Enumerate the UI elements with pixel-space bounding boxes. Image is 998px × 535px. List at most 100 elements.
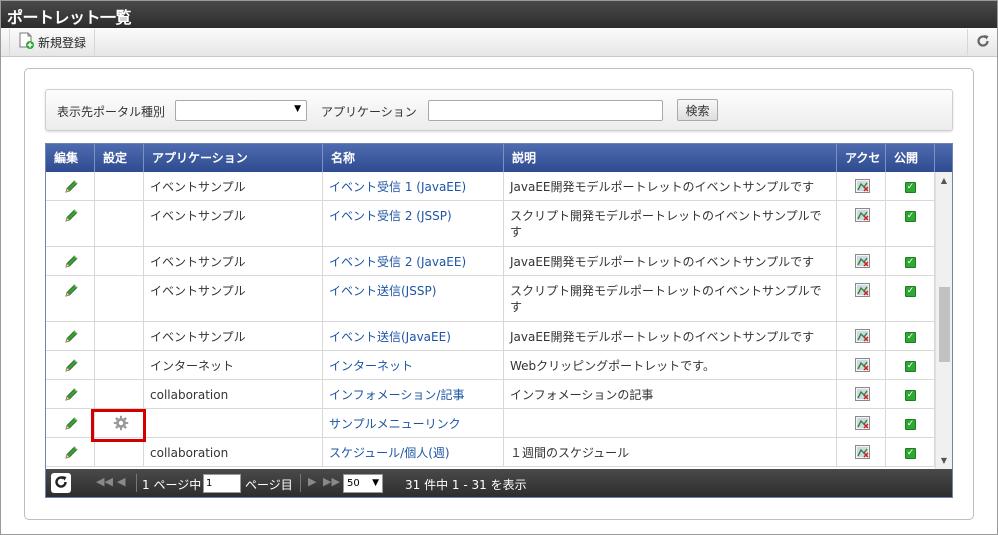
public-check-icon[interactable]: ✓ [905,448,916,459]
edit-pencil-icon[interactable] [63,254,79,270]
edit-pencil-icon[interactable] [63,329,79,345]
public-cell: ✓ [886,409,935,437]
portlet-name-link[interactable]: スケジュール/個人(週) [329,445,497,461]
access-control-icon[interactable] [855,208,870,225]
portlet-name-link[interactable]: イベント受信 1 (JavaEE) [329,179,497,195]
header-public[interactable]: 公開 [886,144,935,172]
edit-cell [46,201,95,246]
edit-pencil-icon[interactable] [63,445,79,461]
name-cell: イベント受信 2 (JSSP) [323,201,504,246]
description-text: JavaEE開発モデルポートレットのイベントサンプルです [510,330,815,344]
access-control-icon[interactable] [855,283,870,300]
public-check-icon[interactable]: ✓ [905,257,916,268]
description-cell [504,409,837,437]
public-cell: ✓ [886,172,935,200]
access-control-icon[interactable] [855,254,870,271]
edit-cell [46,380,95,408]
description-text: スクリプト開発モデルポートレットのイベントサンプルです [510,284,822,314]
name-cell: インフォメーション/記事 [323,380,504,408]
last-page-icon[interactable]: ▶▶ [323,475,340,488]
access-cell [837,351,886,379]
description-cell: スクリプト開発モデルポートレットのイベントサンプルです [504,201,837,246]
portlet-name-link[interactable]: イベント受信 2 (JavaEE) [329,254,497,270]
access-control-icon[interactable] [855,387,870,404]
scroll-up-arrow-icon[interactable]: ▲ [936,172,952,189]
search-button[interactable]: 検索 [677,99,718,121]
edit-cell [46,276,95,321]
application-text: インターネット [150,359,235,373]
access-cell [837,201,886,246]
portlet-name-link[interactable]: イベント送信(JavaEE) [329,329,497,345]
portlet-name-link[interactable]: インターネット [329,358,497,374]
scroll-thumb[interactable] [939,287,950,362]
portal-type-label: 表示先ポータル種別 [57,105,166,119]
new-register-button[interactable]: 新規登録 [9,29,96,55]
description-text: スクリプト開発モデルポートレットのイベントサンプルです [510,209,822,239]
application-text: イベントサンプル [150,255,246,269]
portlet-name-link[interactable]: サンプルメニューリンク [329,416,497,432]
public-check-icon[interactable]: ✓ [905,361,916,372]
access-control-icon[interactable] [855,329,870,346]
description-cell: Webクリッピングポートレットです。 [504,351,837,379]
page-prefix: 1 ページ中 [142,478,202,492]
settings-gear-icon[interactable] [113,415,129,434]
table-row: collaboration スケジュール/個人(週) １週間のスケジュール ✓ [46,438,935,467]
application-input[interactable] [428,100,663,121]
page-number-input[interactable]: 1 [203,474,241,493]
page-title: ポートレット一覧 [7,8,132,27]
public-check-icon[interactable]: ✓ [905,286,916,297]
header-name[interactable]: 名称 [323,144,504,172]
settings-cell [95,409,144,437]
access-control-icon[interactable] [855,416,870,433]
header-application[interactable]: アプリケーション [144,144,323,172]
access-control-icon[interactable] [855,445,870,462]
settings-cell [95,438,144,466]
description-cell: JavaEE開発モデルポートレットのイベントサンプルです [504,172,837,200]
description-text: １週間のスケジュール [510,446,630,460]
access-control-icon[interactable] [855,179,870,196]
edit-cell [46,351,95,379]
scroll-down-arrow-icon[interactable]: ▼ [936,452,952,469]
grid-body: イベントサンプル イベント受信 1 (JavaEE) JavaEE開発モデルポートレ… [46,172,935,469]
edit-cell [46,438,95,466]
public-check-icon[interactable]: ✓ [905,419,916,430]
next-page-icon[interactable]: ▶ [308,475,316,488]
edit-pencil-icon[interactable] [63,387,79,403]
public-check-icon[interactable]: ✓ [905,182,916,193]
edit-pencil-icon[interactable] [63,416,79,432]
edit-pencil-icon[interactable] [63,208,79,224]
portlet-name-link[interactable]: インフォメーション/記事 [329,387,497,403]
public-cell: ✓ [886,380,935,408]
edit-pencil-icon[interactable] [63,358,79,374]
public-check-icon[interactable]: ✓ [905,332,916,343]
portlet-name-link[interactable]: イベント受信 2 (JSSP) [329,208,497,224]
header-description[interactable]: 説明 [504,144,837,172]
vertical-scrollbar[interactable]: ▲ ▼ [935,172,952,469]
application-text: collaboration [150,388,229,402]
header-access[interactable]: アクセ [837,144,886,172]
description-text: JavaEE開発モデルポートレットのイベントサンプルです [510,255,815,269]
pager-refresh-button[interactable] [51,473,71,493]
first-page-icon[interactable]: ◀◀ [96,475,113,488]
prev-page-icon[interactable]: ◀ [117,475,125,488]
reload-button[interactable] [967,29,997,55]
application-cell: イベントサンプル [144,172,323,200]
portal-type-select[interactable]: ▼ [175,100,307,121]
edit-pencil-icon[interactable] [63,179,79,195]
dropdown-arrow-icon: ▼ [294,104,301,114]
name-cell: イベント受信 2 (JavaEE) [323,247,504,275]
header-edit[interactable]: 編集 [46,144,95,172]
name-cell: サンプルメニューリンク [323,409,504,437]
dropdown-arrow-icon: ▼ [372,478,379,488]
edit-cell [46,172,95,200]
page-suffix: ページ目 [245,478,293,492]
access-control-icon[interactable] [855,358,870,375]
rows-per-page-select[interactable]: 50 ▼ [343,474,383,493]
description-cell: スクリプト開発モデルポートレットのイベントサンプルです [504,276,837,321]
edit-pencil-icon[interactable] [63,283,79,299]
header-settings[interactable]: 設定 [95,144,144,172]
public-check-icon[interactable]: ✓ [905,211,916,222]
edit-cell [46,322,95,350]
public-check-icon[interactable]: ✓ [905,390,916,401]
portlet-name-link[interactable]: イベント送信(JSSP) [329,283,497,299]
